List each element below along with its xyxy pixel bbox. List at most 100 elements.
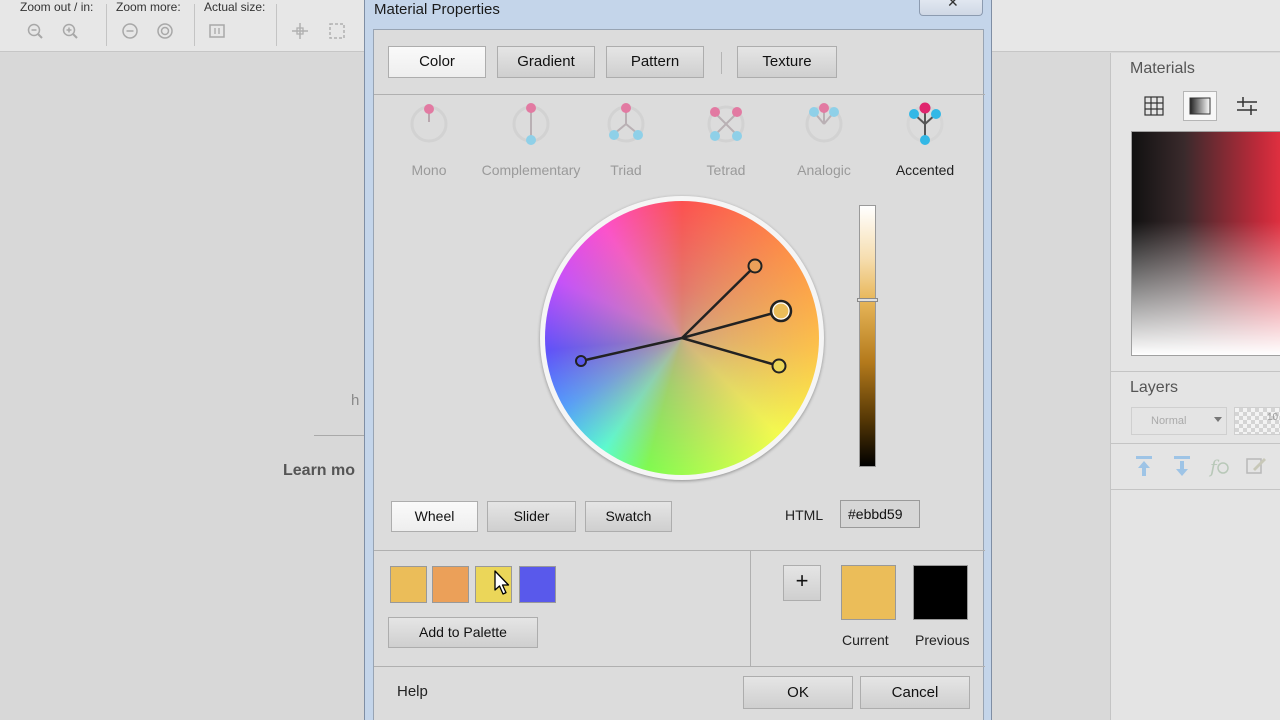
opacity-field[interactable]: 10 [1234,407,1280,435]
previous-color-swatch[interactable] [913,565,968,620]
learn-more-link[interactable]: Learn mo [283,462,355,480]
gradient-view-button[interactable] [1183,91,1217,121]
view-wheel-label: Wheel [414,508,455,524]
zoom-more-label: Zoom more: [116,0,181,14]
tab-gradient[interactable]: Gradient [497,46,595,78]
move-layer-down-icon[interactable] [1169,453,1195,479]
harmony-handles [575,258,793,374]
help-link[interactable]: Help [397,683,428,700]
toolbar-separator [276,4,277,46]
layer-effects-icon[interactable]: f [1206,453,1232,479]
actual-size-label: Actual size: [204,0,266,14]
harmony-analogic[interactable]: Analogic [769,100,879,180]
harmony-accented-label: Accented [895,162,955,178]
add-color-button[interactable]: + [783,565,821,601]
harmony-accented[interactable]: Accented [870,100,980,180]
tab-pattern-label: Pattern [630,53,680,70]
tab-gradient-label: Gradient [517,53,575,70]
zoom-more-out-icon[interactable] [121,22,139,40]
cancel-button[interactable]: Cancel [860,676,970,709]
tab-color[interactable]: Color [388,46,486,78]
harmony-mono-label: Mono [411,162,447,178]
fit-window-icon[interactable] [328,22,346,40]
harmony-complementary[interactable]: Complementary [476,100,586,180]
material-properties-dialog: Material Properties ✕ Color Gradient Pat… [364,0,992,720]
complementary-harmony-icon [512,103,550,145]
harmony-triad-label: Triad [610,162,642,178]
harmony-tetrad-label: Tetrad [706,162,746,178]
analogic-harmony-icon [805,103,843,143]
panel-divider [1111,443,1280,444]
brightness-slider-handle[interactable] [857,298,878,302]
handle-analogous-2[interactable] [771,358,787,374]
blend-mode-select[interactable]: Normal [1131,407,1227,435]
layers-panel-title: Layers [1130,379,1179,396]
ok-label: OK [787,684,809,701]
tab-pattern[interactable]: Pattern [606,46,704,78]
harmony-complementary-label: Complementary [481,162,581,178]
tab-texture-label: Texture [762,53,812,70]
background-text: h [351,392,360,409]
grid-icon [1144,96,1164,116]
pan-icon[interactable] [291,22,309,40]
actual-size-icon[interactable] [208,22,226,40]
view-slider-label: Slider [513,508,550,524]
handle-primary[interactable] [769,299,793,323]
panel-divider [1111,371,1280,372]
footer-divider [374,666,985,667]
brightness-slider[interactable] [857,205,878,467]
tetrad-harmony-icon [707,105,745,143]
tabs-separator [721,52,722,74]
palette-swatch-4[interactable] [519,566,556,603]
handle-analogous-1[interactable] [747,258,763,274]
zoom-more-in-icon[interactable] [156,22,174,40]
workspace-canvas [0,53,365,720]
dialog-body: Color Gradient Pattern Texture Mono Comp… [373,29,985,720]
add-to-palette-label: Add to Palette [419,624,507,640]
previous-label: Previous [915,632,970,648]
palette-swatch-1[interactable] [390,566,427,603]
materials-panel-title: Materials [1130,60,1195,77]
right-panel: Materials Layers Normal 10 f [1110,53,1280,720]
harmony-triad[interactable]: Triad [571,100,681,180]
chevron-down-icon [1214,417,1222,422]
harmony-tetrad[interactable]: Tetrad [671,100,781,180]
triad-harmony-icon [607,103,645,143]
view-wheel-button[interactable]: Wheel [391,501,478,532]
view-swatch-button[interactable]: Swatch [585,501,672,532]
plus-icon: + [795,568,809,593]
opacity-value: 10 [1267,412,1279,423]
color-wheel[interactable] [540,196,824,480]
handle-accent[interactable] [575,355,587,367]
close-icon: ✕ [947,0,959,10]
mono-harmony-icon [410,104,448,143]
blend-mode-value: Normal [1151,415,1187,427]
cancel-label: Cancel [891,684,939,701]
tab-texture[interactable]: Texture [737,46,837,78]
ok-button[interactable]: OK [743,676,853,709]
tab-color-label: Color [419,53,455,70]
toolbar-separator [106,4,107,46]
edit-layer-icon[interactable] [1243,453,1269,479]
move-layer-up-icon[interactable] [1131,453,1157,479]
zoom-in-icon[interactable] [61,22,79,40]
harmony-analogic-label: Analogic [797,162,851,178]
gradient-icon [1189,97,1211,115]
background-divider [314,435,366,436]
sliders-view-button[interactable] [1230,91,1264,121]
add-to-palette-button[interactable]: Add to Palette [388,617,538,648]
close-button[interactable]: ✕ [919,0,983,16]
swatches-view-button[interactable] [1137,91,1171,121]
current-color-swatch [841,565,896,620]
html-color-input[interactable] [840,500,920,528]
html-label: HTML [785,507,824,523]
view-slider-button[interactable]: Slider [487,501,576,532]
materials-color-picker[interactable] [1131,131,1280,356]
harmony-mono[interactable]: Mono [374,100,484,180]
palette-swatch-2[interactable] [432,566,469,603]
tabs-divider [374,94,985,95]
dialog-title: Material Properties [374,1,500,18]
accented-harmony-icon [906,102,944,145]
zoom-out-in-label: Zoom out / in: [20,0,94,14]
zoom-out-icon[interactable] [26,22,44,40]
